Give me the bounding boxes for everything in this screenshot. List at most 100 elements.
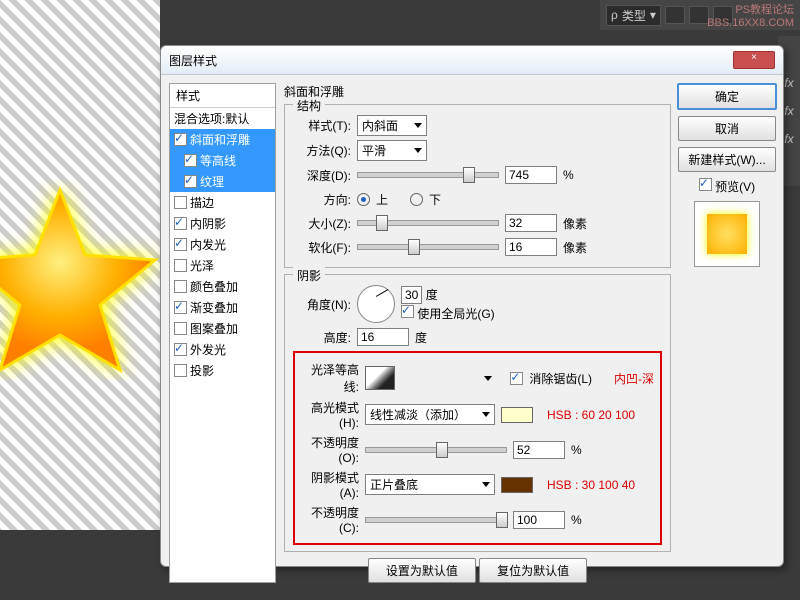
- preview-thumbnail: [694, 201, 760, 267]
- shadow-opacity-slider[interactable]: [365, 517, 507, 523]
- depth-input[interactable]: 745: [505, 166, 557, 184]
- kind-filter[interactable]: ρ类型▾: [606, 5, 661, 26]
- style-select[interactable]: 内斜面: [357, 115, 427, 136]
- angle-label: 角度(N):: [293, 296, 351, 313]
- style-label: 外发光: [190, 341, 226, 358]
- style-row-2[interactable]: 等高线: [170, 150, 275, 171]
- panel-title: 斜面和浮雕: [284, 83, 671, 100]
- style-row-8[interactable]: 颜色叠加: [170, 276, 275, 297]
- annotation-box: 光泽等高线: 消除锯齿(L) 内凹-深 高光模式(H): 线性减淡（添加） HS…: [293, 351, 662, 545]
- cancel-button[interactable]: 取消: [678, 116, 776, 141]
- annotation-contour: 内凹-深: [614, 370, 654, 387]
- highlight-color-swatch[interactable]: [501, 407, 533, 423]
- style-label: 纹理: [200, 173, 224, 190]
- highlight-opacity-input[interactable]: 52: [513, 441, 565, 459]
- angle-input[interactable]: 30: [401, 286, 422, 304]
- size-input[interactable]: 32: [505, 214, 557, 232]
- soften-label: 软化(F):: [293, 239, 351, 256]
- style-row-4[interactable]: 描边: [170, 192, 275, 213]
- styles-list: 样式 混合选项:默认斜面和浮雕等高线纹理描边内阴影内发光光泽颜色叠加渐变叠加图案…: [169, 83, 276, 583]
- canvas-bg: [0, 0, 160, 530]
- style-checkbox[interactable]: [174, 322, 187, 335]
- depth-slider[interactable]: [357, 172, 499, 178]
- filter-icon-1[interactable]: [665, 6, 685, 24]
- structure-group: 结构 样式(T): 内斜面 方法(Q): 平滑 深度(D): 745 % 方向:…: [284, 104, 671, 268]
- close-button[interactable]: ×: [733, 51, 775, 69]
- angle-wheel[interactable]: [357, 285, 395, 323]
- style-checkbox[interactable]: [184, 154, 197, 167]
- highlight-mode-select[interactable]: 线性减淡（添加）: [365, 404, 495, 425]
- altitude-label: 高度:: [293, 329, 351, 346]
- size-slider[interactable]: [357, 220, 499, 226]
- style-checkbox[interactable]: [174, 364, 187, 377]
- style-row-10[interactable]: 图案叠加: [170, 318, 275, 339]
- gloss-contour-label: 光泽等高线:: [301, 361, 359, 395]
- depth-label: 深度(D):: [293, 167, 351, 184]
- style-checkbox[interactable]: [174, 280, 187, 293]
- style-row-11[interactable]: 外发光: [170, 339, 275, 360]
- style-row-5[interactable]: 内阴影: [170, 213, 275, 234]
- direction-down-radio[interactable]: [410, 193, 423, 206]
- style-label: 描边: [190, 194, 214, 211]
- structure-legend: 结构: [293, 97, 325, 114]
- style-row-9[interactable]: 渐变叠加: [170, 297, 275, 318]
- antialias-checkbox[interactable]: [510, 372, 523, 385]
- style-row-7[interactable]: 光泽: [170, 255, 275, 276]
- styles-header: 样式: [170, 84, 275, 108]
- style-row-6[interactable]: 内发光: [170, 234, 275, 255]
- filter-icon-2[interactable]: [689, 6, 709, 24]
- style-row-3[interactable]: 纹理: [170, 171, 275, 192]
- highlight-mode-label: 高光模式(H):: [301, 399, 359, 430]
- make-default-button[interactable]: 设置为默认值: [368, 558, 476, 583]
- soften-slider[interactable]: [357, 244, 499, 250]
- shadow-color-swatch[interactable]: [501, 477, 533, 493]
- global-light-checkbox[interactable]: [401, 305, 414, 318]
- style-label: 混合选项:默认: [174, 110, 249, 127]
- dialog-titlebar[interactable]: 图层样式 ×: [161, 46, 783, 75]
- gloss-contour-picker[interactable]: [365, 366, 395, 390]
- soften-input[interactable]: 16: [505, 238, 557, 256]
- watermark: PS教程论坛BBS.16XX8.COM: [707, 4, 794, 30]
- style-checkbox[interactable]: [174, 238, 187, 251]
- style-label: 投影: [190, 362, 214, 379]
- ok-button[interactable]: 确定: [677, 83, 777, 110]
- style-checkbox[interactable]: [174, 196, 187, 209]
- shadow-mode-select[interactable]: 正片叠底: [365, 474, 495, 495]
- direction-up-radio[interactable]: [357, 193, 370, 206]
- style-label: 渐变叠加: [190, 299, 238, 316]
- style-checkbox[interactable]: [184, 175, 197, 188]
- altitude-input[interactable]: 16: [357, 328, 409, 346]
- direction-label: 方向:: [293, 191, 351, 208]
- preview-checkbox[interactable]: [699, 178, 712, 191]
- style-label: 光泽: [190, 257, 214, 274]
- style-label: 内阴影: [190, 215, 226, 232]
- new-style-button[interactable]: 新建样式(W)...: [678, 147, 776, 172]
- shadow-opacity-label: 不透明度(C):: [301, 504, 359, 535]
- reset-default-button[interactable]: 复位为默认值: [479, 558, 587, 583]
- dialog-title: 图层样式: [169, 52, 733, 69]
- style-row-1[interactable]: 斜面和浮雕: [170, 129, 275, 150]
- style-label: 等高线: [200, 152, 236, 169]
- technique-select[interactable]: 平滑: [357, 140, 427, 161]
- style-row-12[interactable]: 投影: [170, 360, 275, 381]
- technique-label: 方法(Q):: [293, 142, 351, 159]
- style-checkbox[interactable]: [174, 259, 187, 272]
- style-checkbox[interactable]: [174, 301, 187, 314]
- shadow-opacity-input[interactable]: 100: [513, 511, 565, 529]
- annotation-hsb2: HSB : 30 100 40: [547, 478, 635, 492]
- style-label: 内发光: [190, 236, 226, 253]
- style-label: 样式(T):: [293, 117, 351, 134]
- highlight-opacity-slider[interactable]: [365, 447, 507, 453]
- shading-group: 阴影 角度(N): 30 度 使用全局光(G) 高度: 16 度 光泽等高线: …: [284, 274, 671, 552]
- star-artwork: [0, 180, 160, 380]
- style-checkbox[interactable]: [174, 133, 187, 146]
- style-checkbox[interactable]: [174, 343, 187, 356]
- annotation-hsb1: HSB : 60 20 100: [547, 408, 635, 422]
- bevel-panel: 斜面和浮雕 结构 样式(T): 内斜面 方法(Q): 平滑 深度(D): 745…: [284, 83, 671, 583]
- style-row-0[interactable]: 混合选项:默认: [170, 108, 275, 129]
- style-label: 图案叠加: [190, 320, 238, 337]
- style-checkbox[interactable]: [174, 217, 187, 230]
- layer-style-dialog: 图层样式 × 样式 混合选项:默认斜面和浮雕等高线纹理描边内阴影内发光光泽颜色叠…: [160, 45, 784, 567]
- style-label: 颜色叠加: [190, 278, 238, 295]
- defaults-row: 设置为默认值 复位为默认值: [284, 558, 671, 583]
